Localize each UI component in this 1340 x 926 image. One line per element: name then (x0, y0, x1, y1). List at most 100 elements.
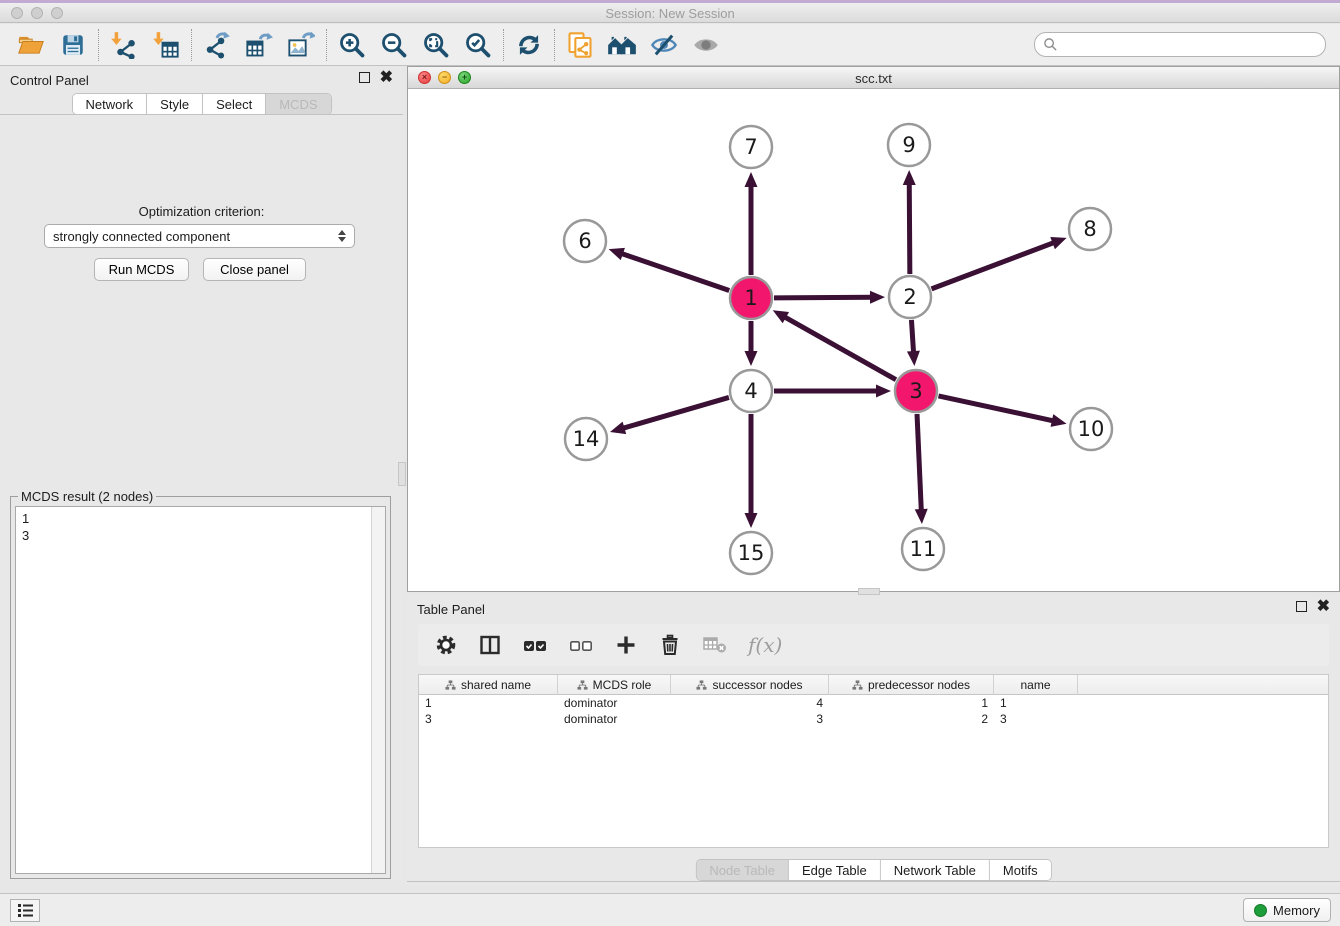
node-7[interactable]: 7 (730, 126, 772, 168)
memory-button[interactable]: Memory (1243, 898, 1331, 922)
apply-layout-icon[interactable] (508, 28, 550, 62)
column-header-shared-name[interactable]: shared name (419, 675, 558, 695)
show-column-panel-icon[interactable] (478, 633, 502, 657)
apply-function-icon[interactable]: f(x) (748, 633, 782, 657)
cell-shared-name[interactable]: 1 (419, 695, 558, 711)
zoom-out-icon[interactable] (373, 28, 415, 62)
tab-network[interactable]: Network (72, 94, 147, 114)
column-header-name[interactable]: name (994, 675, 1078, 695)
zoom-fit-icon[interactable] (415, 28, 457, 62)
add-column-icon[interactable] (614, 633, 638, 657)
zoom-selected-icon[interactable] (457, 28, 499, 62)
edge-4-14[interactable] (610, 397, 729, 434)
export-network-icon[interactable] (196, 28, 238, 62)
node-table[interactable]: shared name MCDS role successor nodes pr… (418, 674, 1329, 848)
tab-motifs[interactable]: Motifs (990, 860, 1051, 880)
edge-3-1[interactable] (773, 310, 896, 379)
network-window-titlebar[interactable]: × − + scc.txt (408, 67, 1339, 89)
table-row[interactable]: 1 dominator 4 1 1 (419, 695, 1328, 711)
node-4[interactable]: 4 (730, 370, 772, 412)
edge-4-15[interactable] (745, 414, 758, 528)
tab-network-table[interactable]: Network Table (881, 860, 990, 880)
save-session-icon[interactable] (52, 28, 94, 62)
close-table-panel-icon[interactable]: ✖ (1317, 601, 1330, 612)
cell-shared-name[interactable]: 3 (419, 711, 558, 727)
node-9[interactable]: 9 (888, 124, 930, 166)
edge-1-6[interactable] (609, 248, 730, 291)
edge-2-8[interactable] (932, 237, 1067, 289)
column-type-icon (696, 680, 707, 691)
search-box[interactable] (1034, 32, 1326, 57)
optimization-criterion-select[interactable]: strongly connected component (44, 224, 355, 248)
node-15[interactable]: 15 (730, 532, 772, 574)
edge-1-7[interactable] (745, 172, 758, 275)
node-14[interactable]: 14 (565, 418, 607, 460)
cell-successor-nodes[interactable]: 4 (671, 695, 829, 711)
zoom-in-icon[interactable] (331, 28, 373, 62)
main-toolbar (0, 24, 1340, 66)
delete-columns-icon[interactable] (658, 633, 682, 657)
svg-text:2: 2 (903, 285, 916, 309)
cell-successor-nodes[interactable]: 3 (671, 711, 829, 727)
import-table-icon[interactable] (145, 28, 187, 62)
node-6[interactable]: 6 (564, 220, 606, 262)
horizontal-splitter-handle[interactable] (858, 588, 880, 595)
first-neighbors-icon[interactable] (601, 28, 643, 62)
network-from-selection-icon[interactable] (559, 28, 601, 62)
mcds-result-list[interactable]: 1 3 (15, 506, 386, 874)
edge-1-4[interactable] (745, 321, 758, 366)
cell-mcds-role[interactable]: dominator (558, 711, 671, 727)
edge-1-2[interactable] (774, 291, 885, 304)
task-history-button[interactable] (10, 899, 40, 922)
tab-mcds[interactable]: MCDS (266, 94, 330, 114)
tab-edge-table[interactable]: Edge Table (789, 860, 881, 880)
show-all-icon[interactable] (685, 28, 727, 62)
cell-predecessor-nodes[interactable]: 1 (829, 695, 994, 711)
hide-selection-icon[interactable] (643, 28, 685, 62)
select-all-columns-icon[interactable] (522, 633, 548, 657)
edge-2-9[interactable] (903, 170, 916, 274)
export-image-icon[interactable] (280, 28, 322, 62)
node-3[interactable]: 3 (895, 370, 937, 412)
edge-3-10[interactable] (938, 396, 1066, 427)
open-session-icon[interactable] (10, 28, 52, 62)
edge-4-3[interactable] (774, 385, 891, 398)
node-2[interactable]: 2 (889, 276, 931, 318)
cell-predecessor-nodes[interactable]: 2 (829, 711, 994, 727)
vertical-splitter-handle[interactable] (398, 462, 406, 486)
tab-select[interactable]: Select (203, 94, 266, 114)
table-options-gear-icon[interactable] (434, 633, 458, 657)
node-8[interactable]: 8 (1069, 208, 1111, 250)
column-header-mcds-role[interactable]: MCDS role (558, 675, 671, 695)
tab-node-table[interactable]: Node Table (696, 860, 789, 880)
cell-name[interactable]: 1 (994, 695, 1078, 711)
float-panel-icon[interactable] (359, 72, 370, 83)
run-mcds-button[interactable]: Run MCDS (94, 258, 189, 281)
close-panel-icon[interactable]: ✖ (380, 72, 393, 83)
node-10[interactable]: 10 (1070, 408, 1112, 450)
node-1[interactable]: 1 (730, 277, 772, 319)
app-titlebar: Session: New Session (0, 3, 1340, 23)
tab-style[interactable]: Style (147, 94, 203, 114)
close-panel-button[interactable]: Close panel (203, 258, 306, 281)
network-canvas[interactable]: 7 9 6 8 1 2 4 3 14 10 15 11 (408, 89, 1339, 591)
column-header-successor-nodes[interactable]: successor nodes (671, 675, 829, 695)
search-input[interactable] (1058, 37, 1317, 52)
selected-option: strongly connected component (53, 229, 230, 244)
cell-name[interactable]: 3 (994, 711, 1078, 727)
table-row[interactable]: 3 dominator 3 2 3 (419, 711, 1328, 727)
edge-3-11[interactable] (915, 414, 928, 524)
cell-mcds-role[interactable]: dominator (558, 695, 671, 711)
unselect-all-columns-icon[interactable] (568, 633, 594, 657)
result-line: 1 (22, 510, 379, 527)
delete-table-icon[interactable] (702, 634, 728, 656)
result-scrollbar[interactable] (371, 507, 385, 873)
export-table-icon[interactable] (238, 28, 280, 62)
toolbar-separator (326, 29, 327, 61)
node-11[interactable]: 11 (902, 528, 944, 570)
import-network-icon[interactable] (103, 28, 145, 62)
float-table-panel-icon[interactable] (1296, 601, 1307, 612)
column-header-predecessor-nodes[interactable]: predecessor nodes (829, 675, 994, 695)
toolbar-separator (503, 29, 504, 61)
edge-2-3[interactable] (907, 320, 920, 366)
